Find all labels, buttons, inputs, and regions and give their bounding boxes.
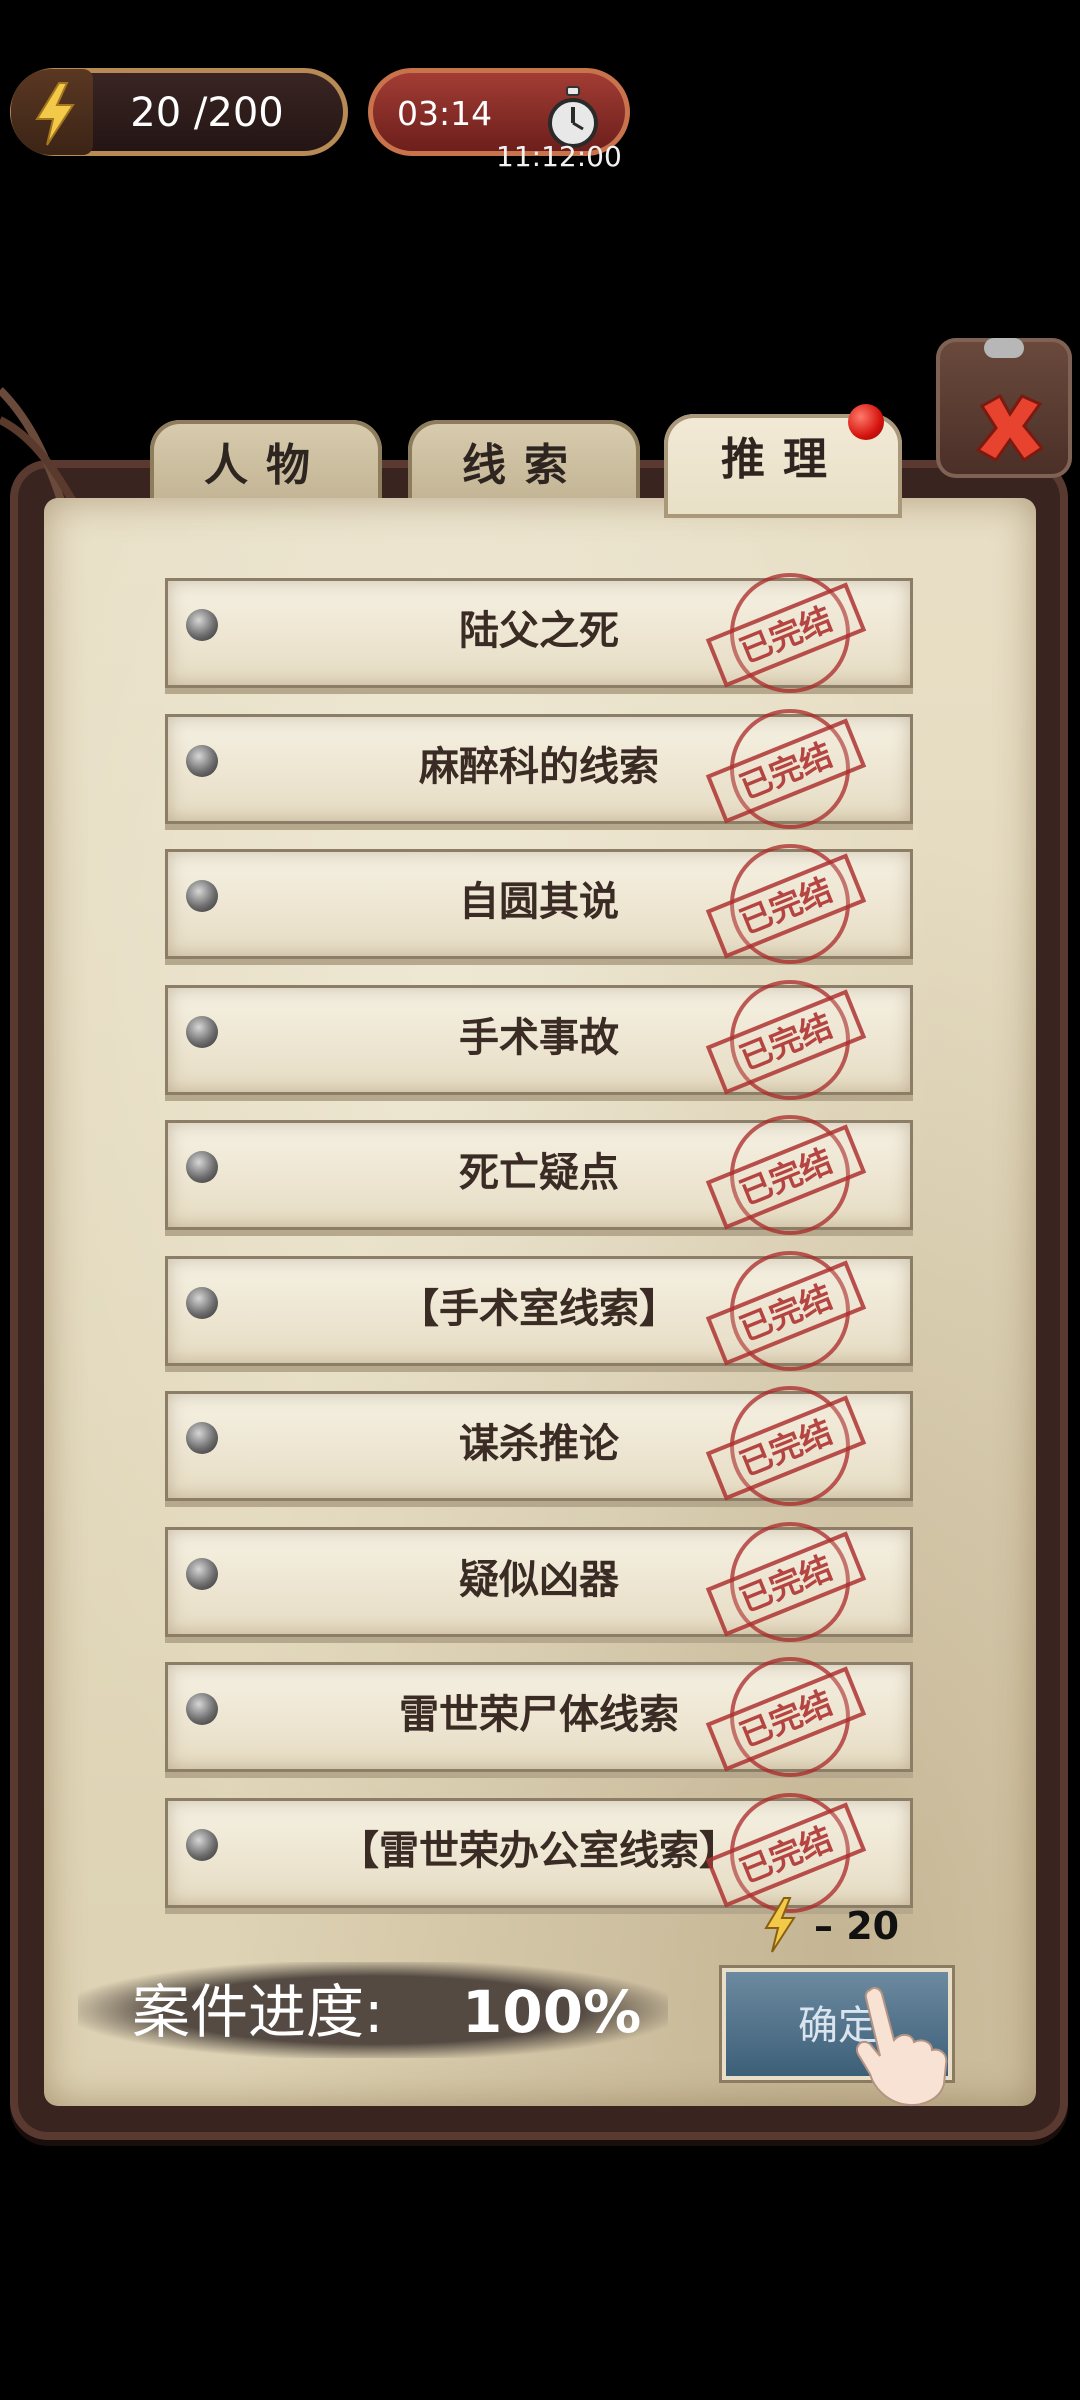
energy-counter[interactable]: 20 /200: [10, 68, 348, 156]
list-item[interactable]: 自圆其说 已完结: [165, 844, 913, 964]
energy-value: 20 /200: [130, 90, 284, 136]
list-item[interactable]: 【雷世荣办公室线索】 已完结: [165, 1792, 913, 1913]
pointing-hand-icon: [856, 1986, 948, 2106]
case-progress-label: 案件进度:: [132, 1978, 384, 2046]
lightning-icon: [35, 82, 75, 146]
close-icon: [975, 393, 1045, 463]
clip-pin: [984, 338, 1024, 358]
list-item[interactable]: 陆父之死 已完结: [165, 573, 913, 693]
clock-text: 11:12:00: [496, 140, 622, 173]
list-item[interactable]: 谋杀推论 已完结: [165, 1386, 913, 1506]
list-item[interactable]: 死亡疑点 已完结: [165, 1115, 913, 1235]
list-item[interactable]: 雷世荣尸体线索 已完结: [165, 1657, 913, 1777]
list-item[interactable]: 【手术室线索】 已完结: [165, 1250, 913, 1371]
close-button[interactable]: [930, 338, 1078, 488]
lightning-icon: [764, 1897, 796, 1953]
reasoning-list: 陆父之死 已完结 麻醉科的线索 已完结 自圆其说 已完结 手术事故 已完结 死亡…: [165, 573, 913, 1933]
list-item[interactable]: 疑似凶器 已完结: [165, 1521, 913, 1642]
list-item[interactable]: 麻醉科的线索 已完结: [165, 708, 913, 829]
case-progress-value: 100%: [462, 1978, 642, 2046]
list-item[interactable]: 手术事故 已完结: [165, 979, 913, 1100]
energy-cost-value: – 20: [814, 1904, 900, 1948]
timer-value: 03:14: [397, 94, 493, 133]
notification-dot: [848, 404, 884, 440]
